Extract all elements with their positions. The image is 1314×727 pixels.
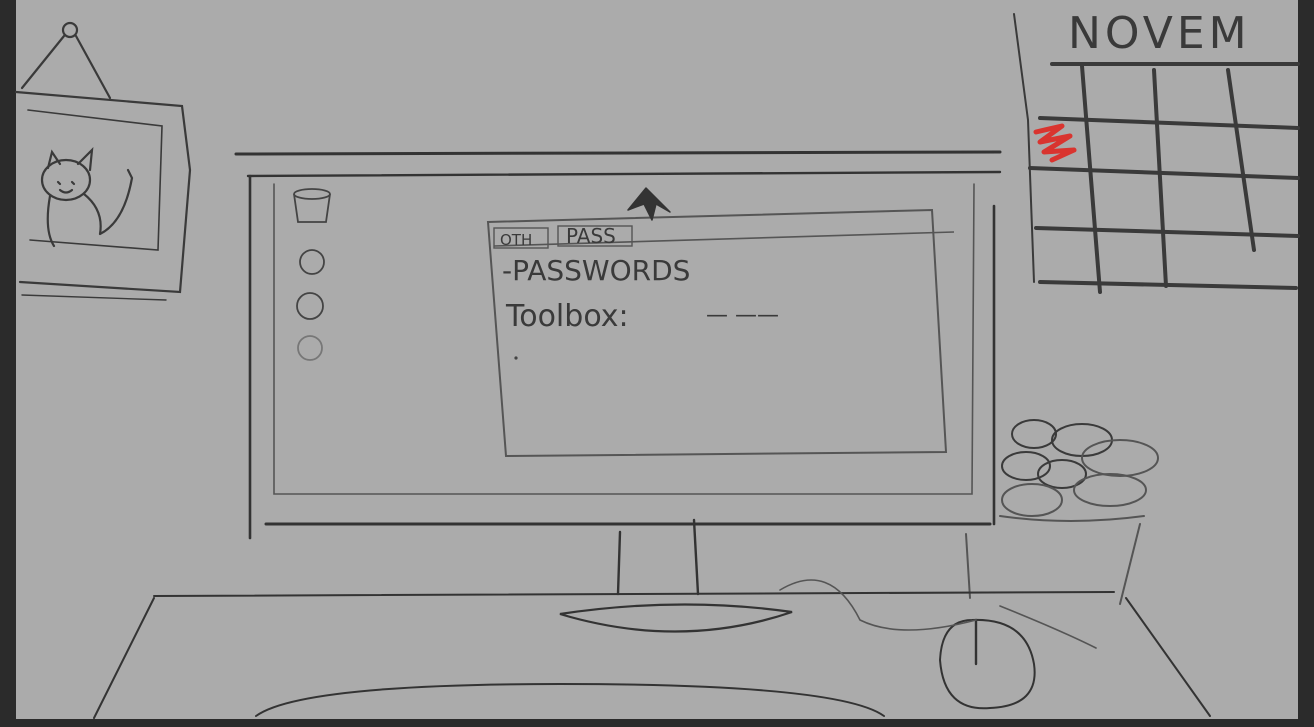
entry-label: Toolbox: [505, 299, 629, 334]
calendar-month-label: NOVEM [1068, 8, 1251, 59]
tab-pass-label: PASS [566, 224, 616, 248]
paper-background [16, 0, 1298, 719]
tab-oth-label: OTH [500, 231, 532, 249]
sketch-scene: NOVEM OTH PASS -PASSWORDS Toolbox: — —— [0, 0, 1314, 727]
list-bullet [514, 356, 518, 360]
window-heading: -PASSWORDS [502, 254, 690, 287]
entry-value: — —— [706, 303, 779, 328]
